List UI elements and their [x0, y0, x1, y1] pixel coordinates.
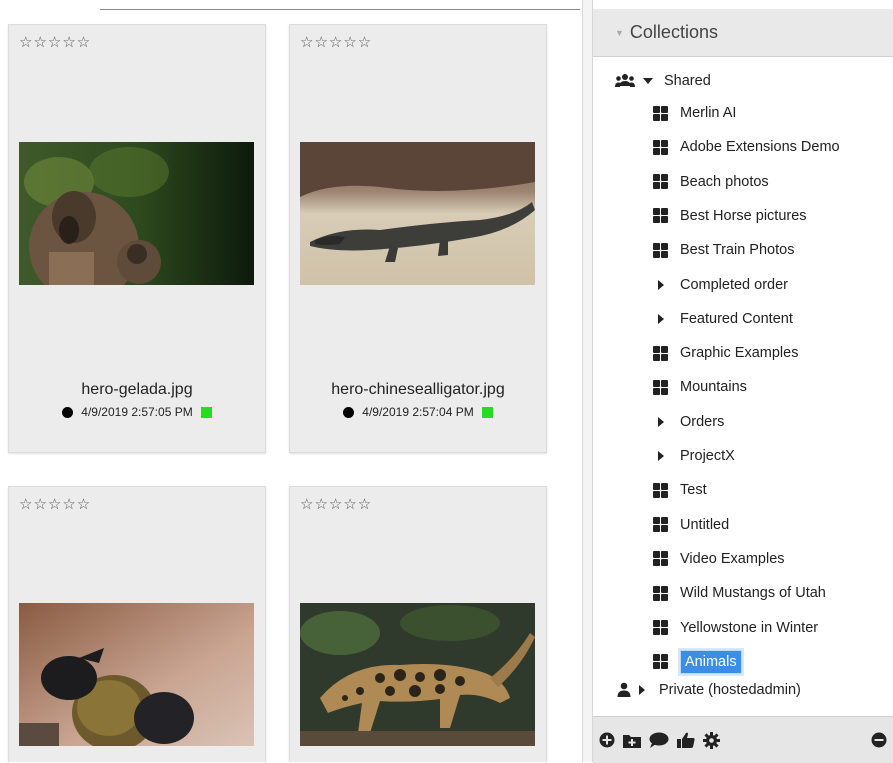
thumbnail-gelada[interactable] — [19, 142, 254, 285]
thumbnail-beetle[interactable] — [19, 603, 254, 746]
asset-grid: ☆☆☆☆☆ hero-gelada.jpg 4/9/2019 2:57:05 P… — [0, 0, 582, 762]
collection-grid-icon — [653, 105, 668, 121]
collection-label: Completed order — [680, 276, 788, 293]
collection-label: Test — [680, 482, 707, 499]
collection-label: Video Examples — [680, 550, 785, 567]
asset-filename: hero-gelada.jpg — [81, 381, 193, 398]
collection-grid-icon — [653, 551, 668, 567]
asset-card[interactable]: ☆☆☆☆☆ — [8, 486, 266, 762]
status-green-icon — [481, 406, 493, 418]
collection-grid-icon — [653, 517, 668, 533]
alligator-image — [300, 142, 535, 285]
collection-item-yellowstone-in-winter[interactable]: Yellowstone in Winter — [653, 613, 818, 643]
collection-item-orders[interactable]: Orders — [653, 407, 724, 437]
status-dot-icon — [343, 406, 355, 418]
user-icon — [617, 682, 631, 698]
collection-item-featured-content[interactable]: Featured Content — [653, 304, 793, 334]
tree-label: Shared — [664, 73, 711, 89]
asset-card[interactable]: ☆☆☆☆☆ hero-gelada.jpg 4/9/2019 2:57:05 P… — [8, 24, 266, 453]
collection-label: Beach photos — [680, 173, 769, 190]
thumbs-up-icon[interactable] — [677, 732, 695, 748]
collection-item-animals[interactable]: Animals — [653, 647, 742, 677]
tree-label: Private (hostedadmin) — [659, 682, 801, 698]
collection-grid-icon — [653, 379, 668, 395]
collection-label: Untitled — [680, 516, 730, 533]
collection-label: Featured Content — [680, 310, 793, 327]
collection-grid-icon — [653, 345, 668, 361]
collection-label: Merlin AI — [680, 105, 737, 121]
expand-arrow-icon[interactable] — [639, 685, 645, 695]
collection-item-projectx[interactable]: ProjectX — [653, 441, 735, 471]
collection-label: Wild Mustangs of Utah — [680, 585, 826, 602]
tree-node-private[interactable]: Private (hostedadmin) — [617, 675, 801, 705]
collection-label: Best Train Photos — [680, 242, 795, 259]
leopard-image — [300, 603, 535, 746]
collection-label: Yellowstone in Winter — [680, 619, 819, 636]
collection-item-mountains[interactable]: Mountains — [653, 372, 747, 402]
thumbnail-alligator[interactable] — [300, 142, 535, 285]
collection-grid-icon — [653, 242, 668, 258]
group-icon — [615, 73, 635, 89]
tree-node-shared[interactable]: Shared — [615, 66, 711, 96]
collection-item-adobe-extensions-demo[interactable]: Adobe Extensions Demo — [653, 132, 840, 162]
collapse-caret-icon[interactable]: ▼ — [615, 28, 624, 38]
expand-down-icon[interactable] — [643, 78, 653, 84]
collection-label: ProjectX — [680, 448, 735, 464]
collection-label: Best Horse pictures — [680, 207, 807, 224]
collection-item-wild-mustangs-of-utah[interactable]: Wild Mustangs of Utah — [653, 578, 826, 608]
star-rating[interactable]: ☆☆☆☆☆ — [300, 33, 372, 51]
star-rating[interactable]: ☆☆☆☆☆ — [19, 33, 91, 51]
collection-label: Mountains — [680, 379, 747, 396]
collections-toolbar — [593, 716, 893, 763]
asset-date: 4/9/2019 2:57:04 PM — [362, 405, 474, 419]
collection-label: Orders — [680, 413, 725, 430]
star-rating[interactable]: ☆☆☆☆☆ — [19, 495, 91, 513]
status-dot-icon — [62, 406, 74, 418]
collection-grid-icon — [653, 174, 668, 190]
beetle-image — [19, 603, 254, 746]
collection-item-video-examples[interactable]: Video Examples — [653, 544, 785, 574]
collection-item-completed-order[interactable]: Completed order — [653, 270, 788, 300]
asset-meta: 4/9/2019 2:57:04 PM — [290, 405, 546, 419]
collection-item-test[interactable]: Test — [653, 475, 707, 505]
gear-icon[interactable] — [703, 731, 720, 749]
asset-filename: hero-chinesealligator.jpg — [331, 381, 505, 398]
panel-resize-handle[interactable] — [582, 0, 593, 762]
asset-card[interactable]: ☆☆☆☆☆ — [289, 486, 547, 762]
collection-item-merlin-ai[interactable]: Merlin AI — [653, 98, 736, 128]
asset-card[interactable]: ☆☆☆☆☆ hero-chinesealligator.jpg 4/9/2019… — [289, 24, 547, 453]
collection-item-best-horse-pictures[interactable]: Best Horse pictures — [653, 201, 807, 231]
collection-grid-icon — [653, 620, 668, 635]
expand-arrow-icon[interactable] — [658, 279, 664, 290]
collection-grid-icon — [653, 585, 668, 601]
asset-date: 4/9/2019 2:57:05 PM — [81, 405, 193, 419]
remove-collection-icon[interactable] — [871, 732, 887, 748]
collection-grid-icon — [653, 482, 668, 498]
collection-grid-icon — [653, 139, 668, 155]
add-folder-icon[interactable] — [623, 732, 641, 748]
expand-arrow-icon[interactable] — [658, 451, 664, 461]
asset-meta: 4/9/2019 2:57:05 PM — [9, 405, 265, 419]
collection-grid-icon — [653, 208, 668, 224]
collection-item-untitled[interactable]: Untitled — [653, 510, 729, 540]
comment-icon[interactable] — [649, 732, 669, 748]
thumbnail-leopard[interactable] — [300, 603, 535, 746]
star-rating[interactable]: ☆☆☆☆☆ — [300, 495, 372, 513]
collection-item-graphic-examples[interactable]: Graphic Examples — [653, 338, 798, 368]
collection-label: Animals — [680, 649, 742, 674]
collection-item-best-train-photos[interactable]: Best Train Photos — [653, 235, 794, 265]
expand-arrow-icon[interactable] — [658, 416, 664, 427]
collection-item-beach-photos[interactable]: Beach photos — [653, 167, 769, 197]
expand-arrow-icon[interactable] — [658, 313, 664, 324]
add-collection-icon[interactable] — [599, 732, 615, 748]
status-green-icon — [200, 406, 212, 418]
panel-title: Collections — [629, 22, 718, 42]
gelada-image — [19, 142, 254, 285]
collection-grid-icon — [653, 654, 668, 670]
collection-label: Graphic Examples — [680, 345, 799, 362]
collection-label: Adobe Extensions Demo — [680, 139, 840, 156]
collections-header[interactable]: ▼ Collections — [593, 9, 893, 57]
collections-panel: ▼ Collections Shared Merlin AI Adobe Exte… — [593, 0, 893, 763]
